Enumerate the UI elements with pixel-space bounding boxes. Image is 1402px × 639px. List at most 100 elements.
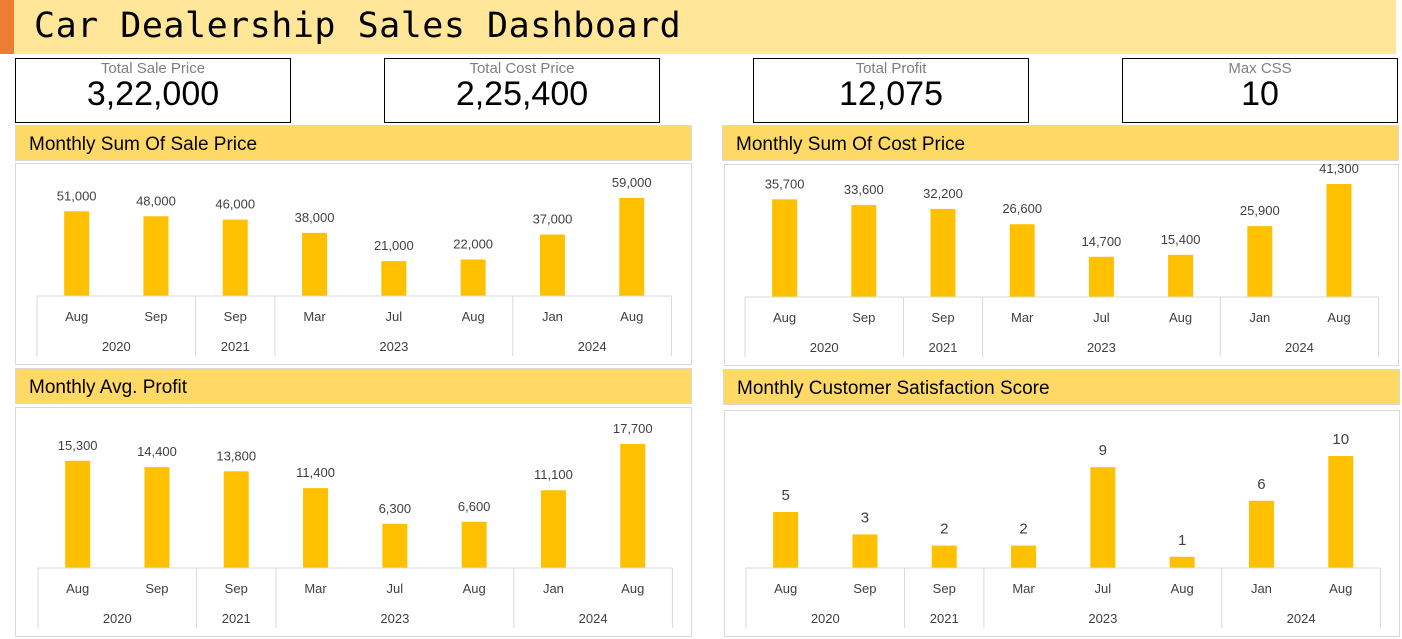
chart-frame-sale-price: 51,000 48,000 46,000 38,000 21,000 22,000 37,0… [15, 163, 692, 365]
chart-header-avg-profit: Monthly Avg. Profit [15, 368, 692, 404]
category-label: Aug [1327, 310, 1350, 325]
group-label: 2021 [929, 340, 958, 355]
group-label: 2020 [810, 340, 839, 355]
category-label: Mar [1011, 310, 1034, 325]
bar [302, 232, 328, 296]
bar [303, 488, 329, 568]
chart-frame-avg-profit: 15,300 14,400 13,800 11,400 6,300 6,600 11,100… [15, 407, 692, 637]
group-label: 2020 [103, 611, 132, 626]
category-label: Sep [144, 309, 167, 324]
kpi-value: 10 [1241, 75, 1279, 113]
data-label: 25,900 [1240, 203, 1280, 218]
group-label: 2020 [811, 611, 840, 626]
category-label: Aug [66, 581, 89, 596]
bar [772, 199, 798, 297]
group-label: 2024 [579, 611, 608, 626]
group-label: 2024 [1287, 611, 1316, 626]
bar [773, 512, 799, 568]
data-label: 33,600 [844, 182, 884, 197]
group-label: 2023 [1087, 340, 1116, 355]
data-label: 14,400 [137, 444, 177, 459]
bar [461, 521, 487, 568]
kpi-card-max-css: Max CSS 10 [1122, 58, 1398, 123]
category-label: Jul [387, 581, 404, 596]
dashboard-title: Car Dealership Sales Dashboard [34, 6, 682, 46]
group-label: 2021 [221, 339, 250, 354]
category-label: Jan [1249, 310, 1270, 325]
category-label: Sep [224, 309, 247, 324]
chart-header-cost-price: Monthly Sum Of Cost Price [722, 125, 1399, 161]
category-label: Aug [1171, 581, 1194, 596]
data-label: 10 [1332, 431, 1349, 448]
data-label: 41,300 [1319, 161, 1359, 176]
category-label: Aug [463, 581, 486, 596]
data-label: 13,800 [216, 448, 256, 463]
bar [1011, 545, 1037, 568]
chart-frame-css: 5 3 2 2 9 1 6 10 Aug Sep Sep Mar Jul Aug Jan Aug 2020 202… [724, 410, 1400, 637]
data-label: 1 [1178, 532, 1186, 549]
bar [223, 471, 249, 568]
kpi-card-total-cost-price: Total Cost Price 2,25,400 [384, 58, 660, 123]
category-label: Jul [386, 309, 403, 324]
group-label: 2023 [379, 339, 408, 354]
bar [1326, 184, 1352, 297]
chart-header-css: Monthly Customer Satisfaction Score [723, 369, 1400, 405]
cost-price-bar-chart: 35,700 33,600 32,200 26,600 14,700 15,400 25,9… [744, 161, 1380, 357]
kpi-value: 3,22,000 [86, 75, 220, 113]
data-label: 48,000 [136, 193, 176, 208]
category-label: Jul [1095, 581, 1112, 596]
data-label: 3 [861, 509, 869, 526]
data-label: 35,700 [765, 176, 805, 191]
bar [540, 490, 566, 568]
data-label: 15,300 [58, 438, 98, 453]
data-label: 6,600 [458, 499, 491, 514]
category-label: Jan [543, 581, 564, 596]
category-label: Sep [853, 581, 876, 596]
chart-title: Monthly Avg. Profit [29, 377, 188, 398]
bar [1009, 224, 1035, 297]
bar [65, 460, 91, 568]
bar [460, 259, 486, 296]
data-label: 22,000 [453, 236, 493, 251]
group-label: 2023 [1088, 611, 1117, 626]
bar [1169, 556, 1195, 568]
group-label: 2021 [222, 611, 251, 626]
bar [1328, 456, 1354, 568]
data-label: 14,700 [1082, 234, 1122, 249]
chart-frame-cost-price: 35,700 33,600 32,200 26,600 14,700 15,400 25,9… [724, 161, 1399, 366]
chart-title: Monthly Customer Satisfaction Score [737, 378, 1050, 399]
category-label: Mar [304, 581, 327, 596]
data-label: 17,700 [613, 421, 653, 436]
bar [64, 211, 90, 296]
data-label: 32,200 [923, 186, 963, 201]
group-label: 2021 [930, 611, 959, 626]
sale-price-bar-chart: 51,000 48,000 46,000 38,000 21,000 22,000 37,0… [36, 175, 672, 356]
category-label: Jul [1093, 310, 1110, 325]
category-label: Aug [773, 310, 796, 325]
kpi-card-total-sale-price: Total Sale Price 3,22,000 [15, 58, 291, 123]
dashboard-title-bar: Car Dealership Sales Dashboard [0, 0, 1396, 54]
css-bar-chart: 532 291610Aug Sep Sep Mar Jul Aug Jan Aug2020 202… [745, 431, 1381, 628]
kpi-value: 2,25,400 [455, 75, 589, 113]
category-label: Sep [931, 310, 954, 325]
data-label: 2 [940, 521, 948, 538]
bar [1248, 500, 1274, 568]
bar [619, 198, 645, 296]
group-label: 2020 [102, 339, 131, 354]
bar [1168, 254, 1194, 297]
group-label: 2024 [1285, 340, 1314, 355]
avg-profit-bar-chart: 15,300 14,400 13,800 11,400 6,300 6,600 11,100… [37, 421, 673, 628]
category-label: Sep [145, 581, 168, 596]
category-label: Jan [1251, 581, 1272, 596]
group-label: 2023 [380, 611, 409, 626]
category-label: Aug [621, 581, 644, 596]
chart-header-sale-price: Monthly Sum Of Sale Price [15, 125, 692, 161]
bar [1247, 226, 1273, 297]
data-label: 11,100 [534, 467, 573, 482]
kpi-value: 12,075 [839, 75, 943, 113]
category-label: Sep [852, 310, 875, 325]
category-label: Mar [303, 309, 326, 324]
bar [851, 205, 877, 297]
bar [1090, 467, 1116, 568]
group-label: 2024 [578, 339, 607, 354]
